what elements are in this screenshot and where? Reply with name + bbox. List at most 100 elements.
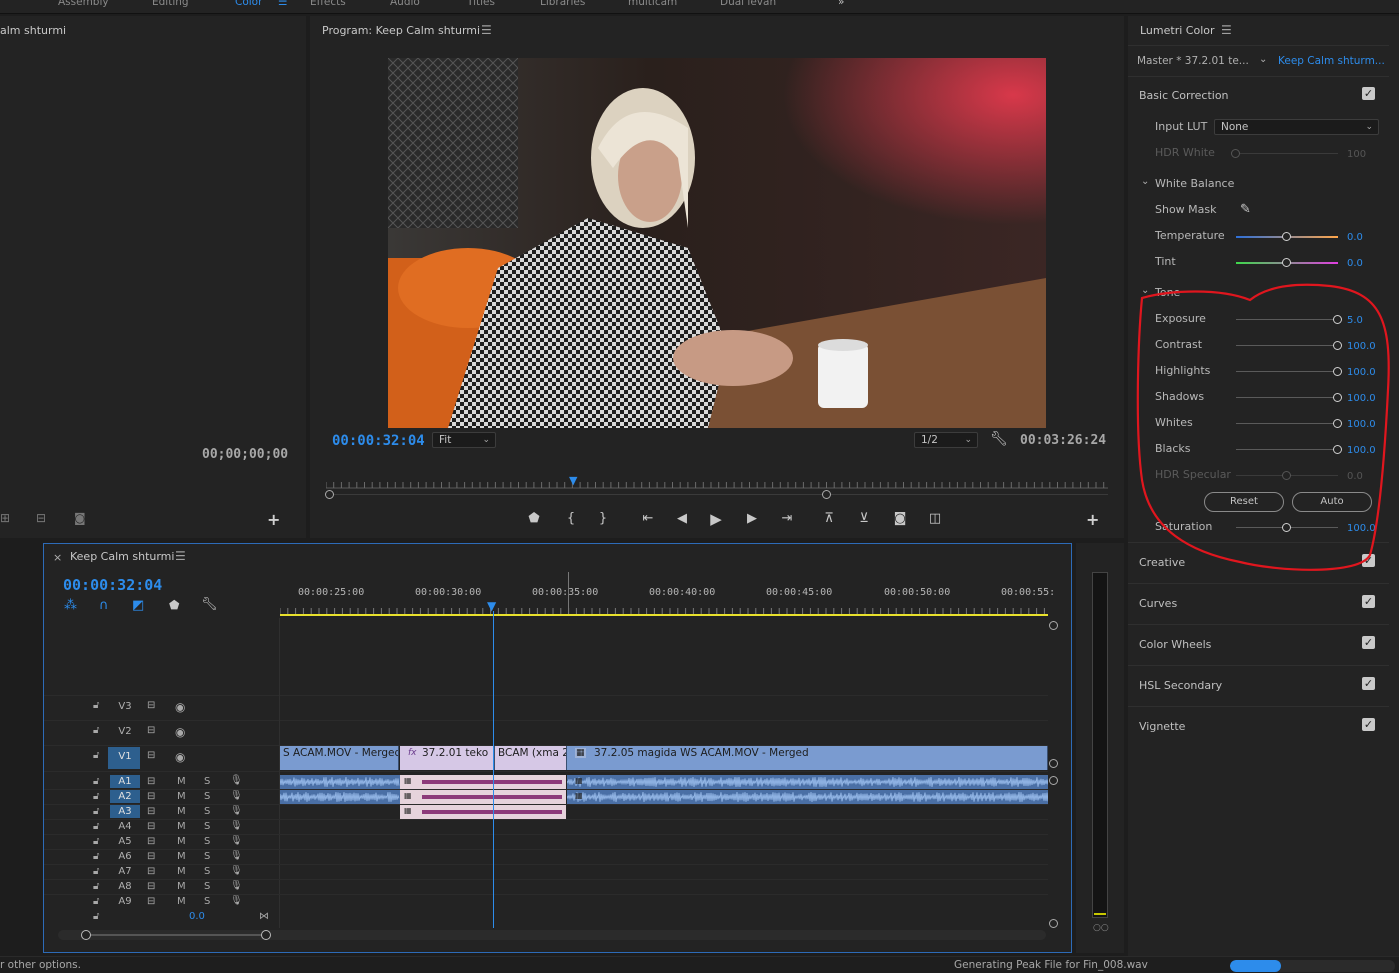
- lift-icon[interactable]: ⊼: [818, 508, 840, 530]
- sync-lock-icon[interactable]: ⊟: [147, 700, 155, 711]
- track-name-v1[interactable]: V1: [110, 750, 140, 764]
- work-area-bar[interactable]: [280, 614, 1048, 616]
- microphone-icon[interactable]: 🎙︎: [230, 865, 243, 876]
- clip-a2-left[interactable]: [280, 790, 400, 804]
- wrench-settings-icon[interactable]: 🔧︎: [990, 431, 1008, 447]
- track-name-a2[interactable]: A2: [110, 790, 140, 803]
- sync-lock-icon[interactable]: ⊟: [147, 866, 155, 877]
- resolution-dropdown[interactable]: 1/2 ⌄: [914, 432, 978, 448]
- track-name-a8[interactable]: A8: [110, 880, 140, 893]
- track-name-a3[interactable]: A3: [110, 805, 140, 818]
- mute-button[interactable]: M: [177, 776, 186, 787]
- microphone-icon[interactable]: 🎙︎: [230, 820, 243, 831]
- timeline-timecode[interactable]: 00:00:32:04: [63, 576, 162, 594]
- tint-knob[interactable]: [1282, 258, 1291, 267]
- timeline-title[interactable]: Keep Calm shturmi: [70, 550, 174, 563]
- a-scroll-handle-bottom[interactable]: [1049, 919, 1058, 928]
- solo-button[interactable]: S: [204, 836, 210, 847]
- workspace-tab-dual-levan[interactable]: Dual levan: [720, 0, 776, 8]
- solo-button[interactable]: S: [204, 806, 210, 817]
- clip-a1-linked[interactable]: ▦: [400, 775, 566, 789]
- mark-out-icon[interactable]: }: [592, 508, 614, 530]
- program-timecode[interactable]: 00:00:32:04: [332, 433, 425, 449]
- eye-icon[interactable]: ◉: [175, 750, 185, 764]
- lumetri-title[interactable]: Lumetri Color: [1140, 24, 1215, 37]
- solo-meter-icon[interactable]: ○○: [1093, 923, 1109, 933]
- go-to-out-icon[interactable]: ⇥: [776, 508, 798, 530]
- wrench-settings-icon[interactable]: 🔧︎: [201, 597, 218, 612]
- sync-lock-icon[interactable]: ⊟: [147, 776, 155, 787]
- mute-button[interactable]: M: [177, 896, 186, 907]
- hsl-secondary-header[interactable]: HSL Secondary: [1139, 679, 1222, 692]
- play-icon[interactable]: ▶︎: [705, 508, 727, 530]
- program-add-button[interactable]: +: [1086, 510, 1099, 529]
- curves-checkbox[interactable]: ✓: [1362, 595, 1375, 608]
- clip-v1-bcam[interactable]: BCAM (xma 2(: [495, 746, 567, 770]
- v-scroll-handle-mid[interactable]: [1049, 759, 1058, 768]
- lumetri-menu-icon[interactable]: ☰: [1221, 23, 1232, 37]
- insert-icon[interactable]: ⊞: [0, 511, 10, 525]
- tint-value[interactable]: 0.0: [1347, 258, 1363, 269]
- clip-a2-right[interactable]: ▦: [567, 790, 1048, 804]
- mark-in-icon[interactable]: {: [560, 508, 582, 530]
- workspace-tab-color[interactable]: Color: [235, 0, 262, 8]
- clip-a3-linked[interactable]: ▦: [400, 805, 566, 819]
- timeline-playhead-handle[interactable]: ▼: [487, 599, 496, 613]
- overwrite-icon[interactable]: ⊟: [36, 511, 46, 525]
- microphone-icon[interactable]: 🎙︎: [230, 880, 243, 891]
- color-wheels-header[interactable]: Color Wheels: [1139, 638, 1211, 651]
- v-scroll-handle-top[interactable]: [1049, 621, 1058, 630]
- clip-v1-magida-ws[interactable]: 37.2.05 magida WS ACAM.MOV - Merged: [567, 746, 1048, 770]
- sync-lock-icon[interactable]: ⊟: [147, 791, 155, 802]
- lock-icon[interactable]: 🔓︎: [93, 836, 99, 847]
- program-time-ruler[interactable]: [325, 471, 1108, 489]
- source-add-button[interactable]: +: [267, 510, 280, 529]
- lock-icon[interactable]: 🔓︎: [93, 851, 99, 862]
- master-clip-tab[interactable]: Master * 37.2.01 te...: [1137, 55, 1249, 67]
- hdr-white-knob[interactable]: [1231, 149, 1240, 158]
- step-back-icon[interactable]: ◀︎: [671, 508, 693, 530]
- sync-lock-icon[interactable]: ⊟: [147, 836, 155, 847]
- input-lut-dropdown[interactable]: None ⌄: [1214, 119, 1379, 135]
- add-marker-icon[interactable]: ⬟: [169, 598, 179, 612]
- program-monitor-title[interactable]: Program: Keep Calm shturmi: [322, 24, 480, 37]
- microphone-icon[interactable]: 🎙︎: [230, 775, 243, 786]
- zoom-handle-left[interactable]: [81, 930, 91, 940]
- solo-button[interactable]: S: [204, 881, 210, 892]
- program-playhead-marker[interactable]: ▼: [569, 474, 577, 487]
- lock-icon[interactable]: 🔓︎: [93, 911, 99, 922]
- solo-button[interactable]: S: [204, 866, 210, 877]
- timeline-ruler[interactable]: [279, 602, 1048, 614]
- sync-lock-icon[interactable]: ⊟: [147, 725, 155, 736]
- solo-button[interactable]: S: [204, 791, 210, 802]
- workspace-tab-assembly[interactable]: Assembly: [58, 0, 109, 8]
- track-name-v3[interactable]: V3: [110, 700, 140, 714]
- sync-lock-icon[interactable]: ⊟: [147, 881, 155, 892]
- microphone-icon[interactable]: 🎙︎: [230, 835, 243, 846]
- timeline-menu-icon[interactable]: ☰: [175, 549, 186, 563]
- white-balance-header[interactable]: White Balance: [1155, 177, 1234, 190]
- eye-icon[interactable]: ◉: [175, 725, 185, 739]
- workspace-tab-editing[interactable]: Editing: [152, 0, 189, 8]
- sync-lock-icon[interactable]: ⊟: [147, 851, 155, 862]
- a-scroll-handle-top[interactable]: [1049, 776, 1058, 785]
- lock-icon[interactable]: 🔓︎: [93, 725, 99, 736]
- source-timecode[interactable]: 00;00;00;00: [202, 447, 288, 462]
- program-zoom-bar[interactable]: [326, 494, 1108, 495]
- curves-header[interactable]: Curves: [1139, 597, 1177, 610]
- hdr-white-value[interactable]: 100: [1347, 149, 1366, 160]
- mute-button[interactable]: M: [177, 881, 186, 892]
- hdr-white-slider[interactable]: [1236, 153, 1338, 154]
- lock-icon[interactable]: 🔓︎: [93, 881, 99, 892]
- mute-button[interactable]: M: [177, 836, 186, 847]
- temperature-knob[interactable]: [1282, 232, 1291, 241]
- camera-icon[interactable]: ◙: [74, 511, 86, 525]
- basic-correction-checkbox[interactable]: ✓: [1362, 87, 1375, 100]
- temperature-value[interactable]: 0.0: [1347, 232, 1363, 243]
- hsl-secondary-checkbox[interactable]: ✓: [1362, 677, 1375, 690]
- track-name-a9[interactable]: A9: [110, 895, 140, 908]
- zoom-handle-right[interactable]: [261, 930, 271, 940]
- go-to-end-icon[interactable]: ⋈: [259, 911, 269, 922]
- add-marker-icon[interactable]: ⬟: [523, 508, 545, 530]
- snap-magnet-icon[interactable]: ∩: [99, 598, 109, 613]
